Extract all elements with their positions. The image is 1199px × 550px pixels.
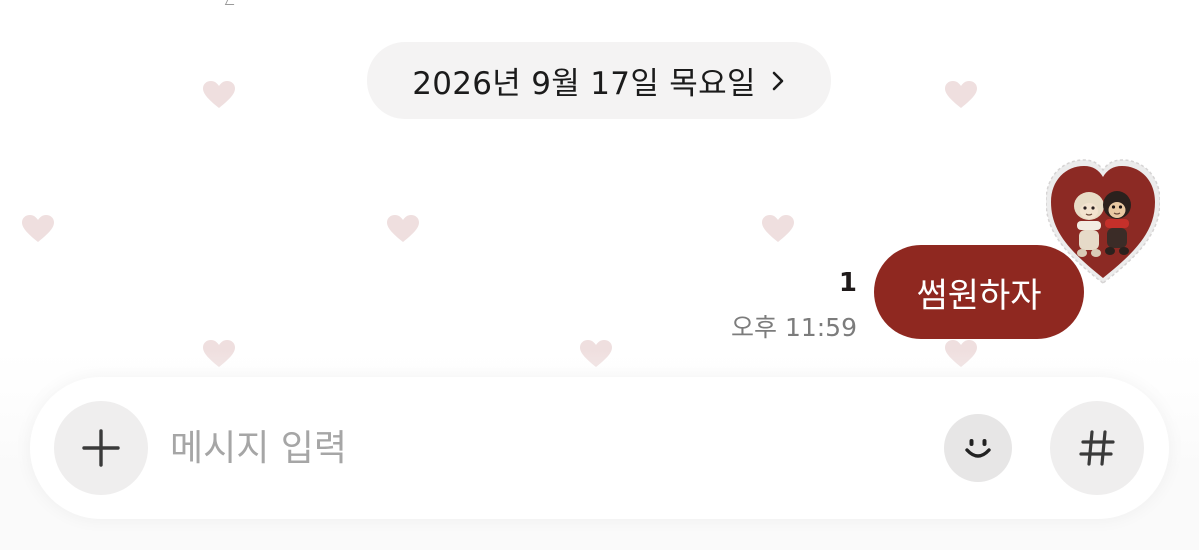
- heart-icon: [945, 81, 977, 108]
- chevron-right-icon: [772, 71, 784, 90]
- heart-icon: [203, 81, 235, 108]
- attach-button[interactable]: [54, 401, 148, 495]
- heart-icon: [387, 215, 419, 242]
- profile-avatar[interactable]: [1046, 158, 1160, 286]
- date-divider[interactable]: 2026년 9월 17일 목요일: [367, 42, 831, 119]
- hashtag-icon: [1079, 430, 1115, 466]
- unread-count: 1: [838, 268, 857, 298]
- emoji-button[interactable]: [944, 414, 1012, 482]
- heart-icon: [22, 215, 54, 242]
- date-divider-label: 2026년 9월 17일 목요일: [412, 66, 756, 102]
- smiley-icon: [965, 439, 991, 458]
- heart-icon: [762, 215, 794, 242]
- plus-icon: [82, 429, 120, 467]
- message-composer: [30, 377, 1169, 519]
- hashtag-button[interactable]: [1050, 401, 1144, 495]
- message-text: 썸원하자: [916, 275, 1042, 316]
- message-input[interactable]: [170, 411, 910, 485]
- message-timestamp: 오후 11:59: [731, 313, 857, 342]
